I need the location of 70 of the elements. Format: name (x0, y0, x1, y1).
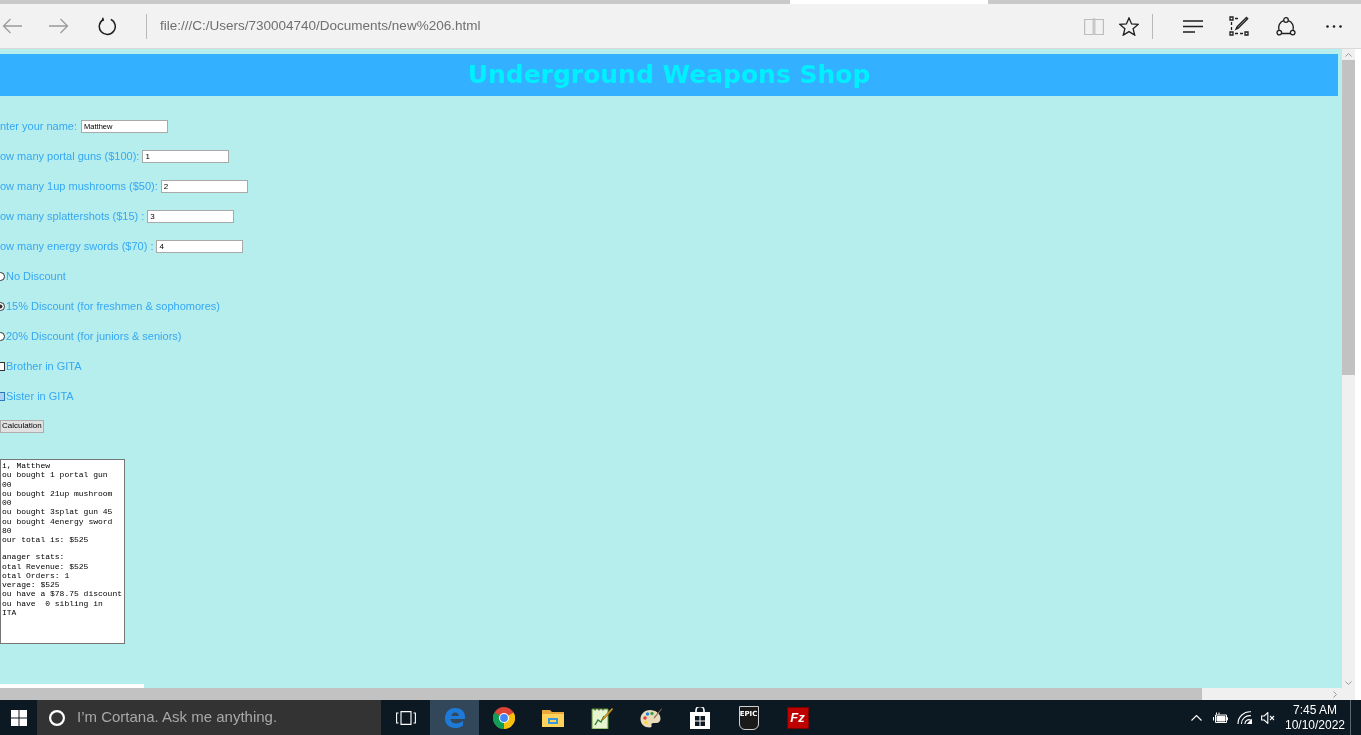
caret-right-icon (1332, 690, 1337, 698)
field-label: ow many 1up mushrooms ($50): (0, 179, 158, 193)
star-icon (1119, 16, 1139, 36)
refresh-icon (97, 16, 117, 36)
address-field[interactable]: file:///C:/Users/730004740/Documents/new%206.html (160, 15, 481, 37)
radio-button[interactable] (0, 331, 5, 341)
output-line: otal Orders: 1 (2, 570, 71, 580)
output-line: ou bought 3splat gun 45 (2, 507, 114, 517)
output-line: ITA (2, 607, 18, 617)
folder-icon (541, 708, 564, 727)
round-tricolor-icon (492, 706, 515, 729)
share-button[interactable] (1275, 15, 1297, 37)
output-line: 00 (2, 498, 13, 508)
pen-square-icon (1229, 16, 1249, 36)
output-line: ou bought 1 portal gun (2, 470, 109, 480)
notepad-pen-icon (590, 706, 613, 729)
quantity-input[interactable]: 2 (160, 179, 248, 193)
shopping-bag-icon (689, 706, 710, 729)
taskbar-app-button[interactable]: Fz (773, 700, 822, 735)
fz-logo: Fz (786, 706, 809, 729)
search-placeholder: I’m Cortana. Ask me anything. (77, 707, 278, 728)
lines-icon (1183, 19, 1203, 33)
back-arrow-icon (2, 18, 22, 34)
calculation-button[interactable]: Calculation (0, 419, 44, 433)
checkbox[interactable] (0, 361, 5, 371)
output-line: anager stats: (2, 552, 66, 562)
caret-down-icon (1345, 680, 1352, 685)
output-textarea[interactable] (0, 459, 125, 644)
web-note-button[interactable] (1228, 15, 1250, 37)
clock-button[interactable]: 7:45 AM 10/10/2022 (1280, 700, 1350, 735)
radio-button[interactable] (0, 271, 5, 281)
scrollbar-thumb[interactable] (1342, 60, 1355, 375)
forward-arrow-icon (49, 18, 69, 34)
output-line: 80 (2, 525, 13, 535)
output-line: i, Matthew (2, 461, 51, 471)
output-line: 00 (2, 479, 13, 489)
muted-speaker-icon (1261, 711, 1275, 724)
windows-logo-icon (10, 709, 27, 726)
ring-icon (49, 709, 65, 726)
quantity-input[interactable]: 3 (147, 209, 235, 223)
field-label: nter your name: (0, 119, 78, 133)
favorite-button[interactable] (1118, 15, 1140, 37)
quantity-input[interactable]: 1 (142, 149, 230, 163)
output-line: ou bought 21up mushroom (2, 488, 114, 498)
checkbox[interactable] (0, 391, 5, 401)
field-label: ow many splattershots ($15) : (0, 209, 145, 223)
field-label: ow many portal guns ($100): (0, 149, 140, 163)
quantity-input[interactable]: 4 (156, 239, 244, 253)
wifi-icon (1236, 711, 1252, 724)
palette-icon (639, 707, 662, 728)
output-line: ou have 0 sibling in (2, 598, 104, 608)
e-logo-icon (443, 706, 466, 729)
output-line: our total is: $525 (2, 535, 90, 545)
output-line: ou bought 4energy sword (2, 516, 114, 526)
more-icon (1326, 24, 1342, 28)
caret-up-icon (1345, 52, 1352, 57)
share-icon (1276, 16, 1296, 36)
output-line: ou have a $78.75 discount (2, 589, 124, 599)
vertical-scrollbar[interactable] (1342, 49, 1355, 688)
battery-plug-icon (1212, 712, 1228, 723)
search-box[interactable]: I’m Cortana. Ask me anything. (37, 700, 381, 735)
page-title: Underground Weapons Shop (467, 60, 871, 90)
book-icon (1084, 17, 1104, 35)
radio-button[interactable] (0, 301, 5, 311)
output-line: verage: $525 (2, 580, 61, 590)
caret-up-icon (1190, 714, 1202, 721)
field-label: ow many energy swords ($70) : (0, 239, 154, 253)
task-view-icon (395, 710, 416, 725)
output-line: otal Revenue: $525 (2, 561, 90, 571)
refresh-button[interactable] (97, 16, 117, 36)
